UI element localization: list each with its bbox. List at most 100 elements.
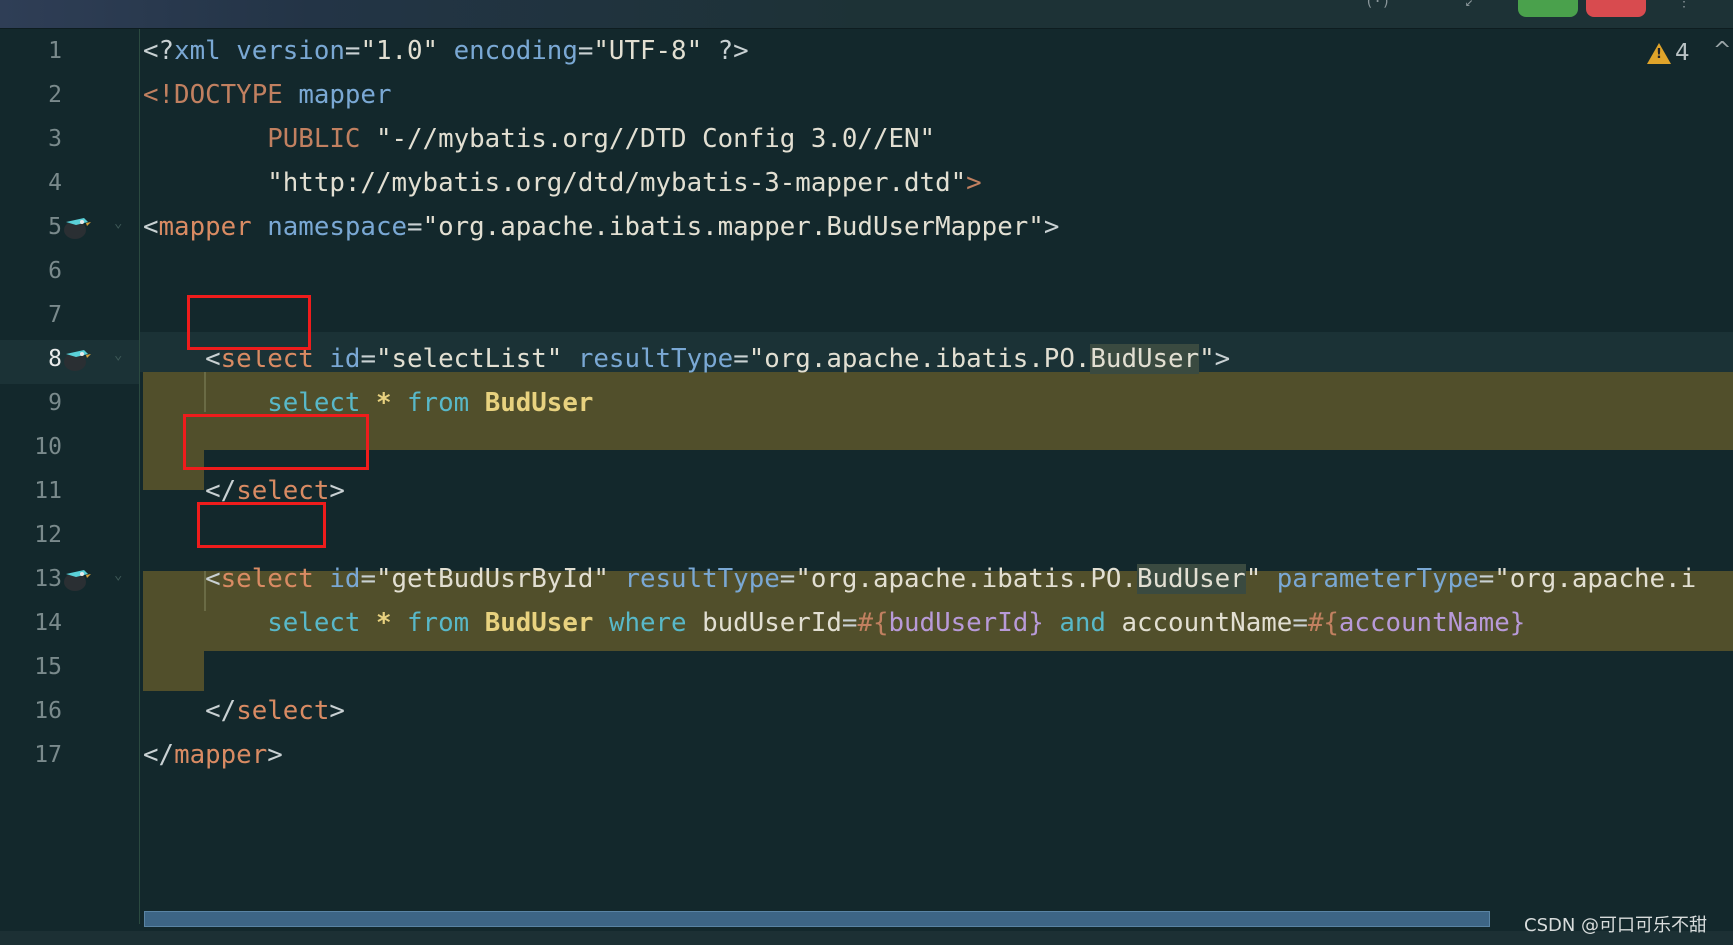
code-token: = [779, 564, 796, 594]
editor-top-toolbar: (·) ↙ ⋮ [0, 0, 1733, 29]
code-token: > [329, 696, 345, 726]
code-line[interactable]: <mapper namespace="org.apache.ibatis.map… [143, 205, 1059, 249]
fold-chevron-icon[interactable]: ⌄ [114, 567, 122, 583]
line-number: 5 [48, 214, 62, 240]
code-token: " [1199, 344, 1215, 374]
annotation-box-select-open-1 [187, 295, 311, 350]
code-token: xml [174, 36, 221, 66]
code-line[interactable]: <?xml version="1.0" encoding="UTF-8" ?> [143, 29, 749, 73]
annotation-box-select-close-1 [183, 414, 369, 470]
line-number-gutter[interactable]: 1 2 3 4 5 ⌄ 6 7 8 ⌄ 9 10 11 12 13 ⌄ 14 15 16 17 [0, 29, 140, 924]
code-token: } [1509, 608, 1526, 638]
watermark: CSDN @可口可乐不甜 [1524, 915, 1708, 936]
code-line[interactable]: "http://mybatis.org/dtd/mybatis-3-mapper… [143, 161, 982, 205]
mybatis-bird-icon[interactable] [62, 345, 94, 375]
line-number: 9 [48, 390, 62, 416]
code-line[interactable]: </select> [143, 689, 345, 733]
code-token: select [267, 608, 361, 638]
warning-count: 4 [1675, 40, 1690, 66]
code-token: "org.apache.ibatis.PO. [795, 564, 1137, 594]
toolbar-arrow-icon[interactable]: ↙ [1465, 0, 1473, 10]
code-token: select [220, 564, 314, 594]
code-token: = [733, 344, 749, 374]
code-token: "selectList" [375, 344, 563, 374]
code-token: #{ [1307, 608, 1339, 638]
line-number: 10 [34, 434, 62, 460]
code-token: </ [143, 740, 175, 770]
code-token: from [407, 388, 470, 418]
code-token: < [205, 564, 221, 594]
code-token: </ [205, 696, 237, 726]
line-number: 6 [48, 258, 62, 284]
code-token: resultType [624, 564, 780, 594]
line-number: 7 [48, 302, 62, 328]
annotation-box-select-open-2 [197, 502, 326, 548]
code-token: = [360, 344, 376, 374]
stop-button[interactable] [1586, 0, 1646, 17]
code-token: accountName [1121, 608, 1293, 638]
code-token: parameterType [1276, 564, 1479, 594]
code-token: > [1214, 344, 1231, 374]
inspection-warnings[interactable]: ! 4 [1647, 40, 1690, 66]
code-line[interactable]: PUBLIC "-//mybatis.org//DTD Config 3.0//… [143, 117, 935, 161]
code-token: from [407, 608, 470, 638]
run-button[interactable] [1518, 0, 1578, 17]
code-token: namespace [267, 212, 408, 242]
line-number: 4 [48, 170, 62, 196]
code-token: ?> [702, 36, 749, 66]
mybatis-bird-icon[interactable] [62, 213, 94, 243]
code-token: > [966, 168, 982, 198]
code-token: "1.0" [360, 36, 439, 66]
line-number: 8 [48, 346, 62, 372]
line-number: 13 [34, 566, 62, 592]
fold-chevron-icon[interactable]: ⌄ [114, 215, 122, 231]
code-line[interactable]: <!DOCTYPE mapper [143, 73, 392, 117]
mybatis-bird-icon[interactable] [62, 565, 94, 595]
code-token: = [577, 36, 594, 66]
code-token: id [329, 344, 361, 374]
code-token: = [1478, 564, 1495, 594]
more-menu-icon[interactable]: ⋮ [1677, 0, 1691, 10]
code-token: PUBLIC [267, 124, 361, 154]
code-token: "UTF-8" [593, 36, 703, 66]
code-token: <? [143, 36, 175, 66]
code-line[interactable]: <select id="getBudUsrById" resultType="o… [143, 557, 1696, 601]
code-token: budUserId [888, 608, 1029, 638]
code-line[interactable]: select * from BudUser where budUserId=#{… [143, 601, 1525, 645]
code-token: <!DOCTYPE [143, 80, 283, 110]
code-token: id [329, 564, 361, 594]
toolbar-glyph-icon[interactable]: (·) [1365, 0, 1390, 10]
code-editor[interactable]: <?xml version="1.0" encoding="UTF-8" ?> <… [140, 29, 1733, 924]
code-token: BudUser [1137, 564, 1246, 594]
code-token: resultType [577, 344, 734, 374]
code-line[interactable]: </mapper> [143, 733, 283, 777]
code-token: version [236, 36, 345, 66]
code-token: "org.apache.ibatis.PO. [748, 344, 1091, 374]
chevron-up-icon[interactable]: ^ [1713, 38, 1731, 63]
line-number: 12 [34, 522, 62, 548]
horizontal-scrollbar[interactable] [144, 911, 1490, 927]
sql-injection-highlight [143, 651, 204, 691]
code-token: = [841, 608, 858, 638]
code-token: BudUser [1090, 344, 1200, 374]
code-token: > [329, 476, 345, 506]
code-token: select [236, 696, 330, 726]
line-number: 15 [34, 654, 62, 680]
line-number: 16 [34, 698, 62, 724]
code-token: and [1059, 608, 1106, 638]
fold-chevron-icon[interactable]: ⌄ [114, 347, 122, 363]
